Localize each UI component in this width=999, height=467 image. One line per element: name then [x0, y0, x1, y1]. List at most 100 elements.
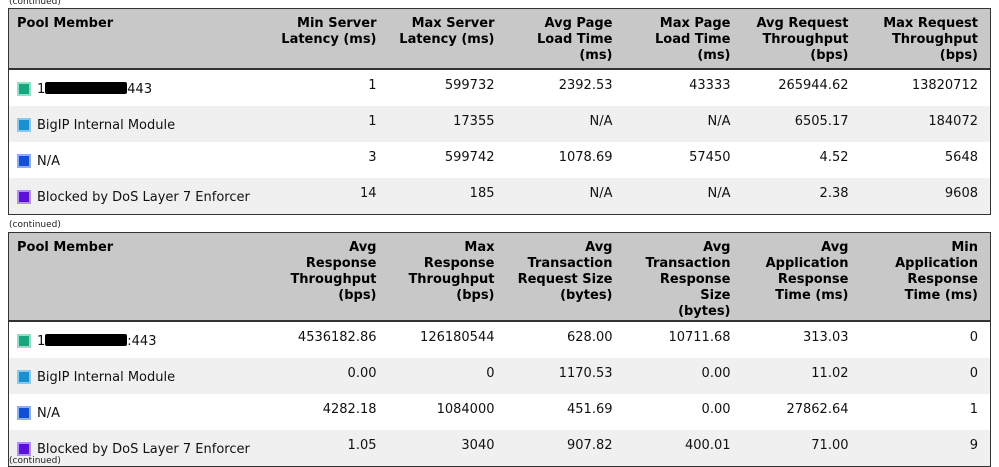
column-header[interactable]: Min Application Response Time (ms)	[860, 232, 991, 322]
column-header[interactable]: Avg Transaction Request Size (bytes)	[506, 232, 625, 322]
pool-member-name: BigIP Internal Module	[37, 118, 176, 133]
value-cell: N/A	[506, 106, 625, 142]
value-cell: 185	[388, 178, 507, 215]
value-cell: 1.05	[270, 430, 389, 467]
legend-swatch-icon	[17, 334, 31, 348]
pool-member-cell: 1 443	[9, 69, 271, 106]
legend-swatch-icon	[17, 154, 31, 168]
value-cell: 4.52	[819, 150, 849, 165]
pool-member-suffix: 443	[127, 82, 153, 97]
value-cell: 1	[368, 78, 377, 93]
value-cell: 9608	[860, 178, 991, 215]
column-header[interactable]: Min Server Latency (ms)	[270, 8, 389, 70]
value-cell: 184072	[860, 106, 991, 142]
value-cell: 0.00	[270, 358, 389, 394]
value-cell: 0.00	[624, 358, 743, 394]
table-row: BigIP Internal Module 1 17355 N/A N/A 6505.17…	[8, 106, 991, 142]
value-cell: 43333	[689, 78, 731, 93]
table-row: N/A 4282.18 1084000 451.69 0.00 27862.64 1	[9, 394, 991, 430]
value-cell: 628.00	[567, 330, 613, 345]
value-cell: 0	[860, 358, 991, 394]
value-cell: 599732	[444, 78, 495, 93]
column-header[interactable]: Avg Transaction Response Size (bytes)	[624, 232, 743, 322]
value-cell: 3040	[388, 430, 507, 467]
value-cell: 2.38	[742, 178, 861, 215]
column-header[interactable]: Avg Application Response Time (ms)	[742, 232, 861, 322]
value-cell: 4536182.86	[297, 330, 377, 345]
legend-swatch-icon	[17, 370, 31, 384]
value-cell: 313.03	[803, 330, 849, 345]
pool-member-stats-table-2: Pool Member Avg Response Throughput (bps)…	[8, 232, 991, 467]
value-cell: 1078.69	[558, 150, 613, 165]
pool-member-cell: Blocked by DoS Layer 7 Enforcer	[8, 178, 271, 215]
value-cell: N/A	[624, 178, 743, 215]
value-cell: 57450	[689, 150, 731, 165]
value-cell: 10711.68	[668, 330, 731, 345]
value-cell: 11.02	[742, 358, 861, 394]
legend-swatch-icon	[17, 190, 31, 204]
value-cell: N/A	[506, 178, 625, 215]
continued-label: (continued)	[9, 456, 61, 466]
value-cell: 6505.17	[742, 106, 861, 142]
column-header[interactable]: Avg Page Load Time (ms)	[506, 8, 625, 70]
pool-member-name: N/A	[37, 154, 60, 169]
pool-member-prefix: 1	[37, 82, 46, 97]
table-row: 1 443 1 599732 2392.53 43333 265944.62 13820712	[9, 69, 991, 106]
pool-member-name: Blocked by DoS Layer 7 Enforcer	[37, 190, 250, 205]
redacted-block	[45, 334, 128, 346]
pool-member-cell: N/A	[9, 142, 271, 178]
value-cell: 13820712	[911, 78, 978, 93]
value-cell: 0	[969, 330, 978, 345]
column-header[interactable]: Max Server Latency (ms)	[388, 8, 507, 70]
legend-swatch-icon	[17, 442, 31, 456]
value-cell: 907.82	[506, 430, 625, 467]
table-row: Blocked by DoS Layer 7 Enforcer 1.05 3040 9…	[8, 430, 991, 467]
pool-member-cell: BigIP Internal Module	[8, 106, 271, 142]
value-cell: 4282.18	[322, 402, 377, 417]
pool-member-prefix: 1	[37, 334, 46, 349]
value-cell: N/A	[624, 106, 743, 142]
pool-member-stats-table-1: Pool Member Min Server Latency (ms) Max Se…	[8, 8, 991, 215]
pool-member-cell: N/A	[9, 394, 271, 430]
value-cell: 17355	[388, 106, 507, 142]
column-header[interactable]: Max Response Throughput (bps)	[388, 232, 507, 322]
column-header[interactable]: Max Page Load Time (ms)	[624, 8, 743, 70]
column-header[interactable]: Avg Request Throughput (bps)	[742, 8, 861, 70]
value-cell: 451.69	[567, 402, 613, 417]
value-cell: 2392.53	[558, 78, 613, 93]
pool-member-name: Blocked by DoS Layer 7 Enforcer	[37, 442, 250, 457]
value-cell: 27862.64	[786, 402, 849, 417]
legend-swatch-icon	[17, 406, 31, 420]
legend-swatch-icon	[17, 118, 31, 132]
value-cell: 14	[270, 178, 389, 215]
continued-label: (continued)	[9, 0, 61, 7]
column-header[interactable]: Max Request Throughput (bps)	[860, 8, 991, 70]
value-cell: 9	[860, 430, 991, 467]
pool-member-cell: BigIP Internal Module	[8, 358, 271, 394]
value-cell: 71.00	[742, 430, 861, 467]
pool-member-name: BigIP Internal Module	[37, 370, 176, 385]
pool-member-cell: 1 :443	[9, 321, 271, 358]
header-row: Pool Member Avg Response Throughput (bps)…	[8, 232, 991, 322]
value-cell: 599742	[444, 150, 495, 165]
value-cell: 126180544	[420, 330, 495, 345]
continued-label: (continued)	[9, 220, 61, 230]
pool-member-name: N/A	[37, 406, 60, 421]
table-row: 1 :443 4536182.86 126180544 628.00 10711.68 31…	[9, 321, 991, 358]
pool-member-suffix: :443	[127, 334, 157, 349]
value-cell: 1	[270, 106, 389, 142]
value-cell: 400.01	[624, 430, 743, 467]
value-cell: 3	[368, 150, 377, 165]
column-header[interactable]: Avg Response Throughput (bps)	[270, 232, 389, 322]
column-header[interactable]: Pool Member	[8, 8, 271, 70]
table-row: Blocked by DoS Layer 7 Enforcer 14 185 N/A N…	[8, 178, 991, 215]
value-cell: 265944.62	[778, 78, 849, 93]
table-row: BigIP Internal Module 0.00 0 1170.53 0.00 11.…	[8, 358, 991, 394]
legend-swatch-icon	[17, 82, 31, 96]
value-cell: 0.00	[701, 402, 731, 417]
column-header[interactable]: Pool Member	[8, 232, 271, 322]
value-cell: 0	[388, 358, 507, 394]
table-row: N/A 3 599742 1078.69 57450 4.52 5648	[9, 142, 991, 178]
value-cell: 1084000	[436, 402, 495, 417]
redacted-block	[45, 82, 128, 94]
